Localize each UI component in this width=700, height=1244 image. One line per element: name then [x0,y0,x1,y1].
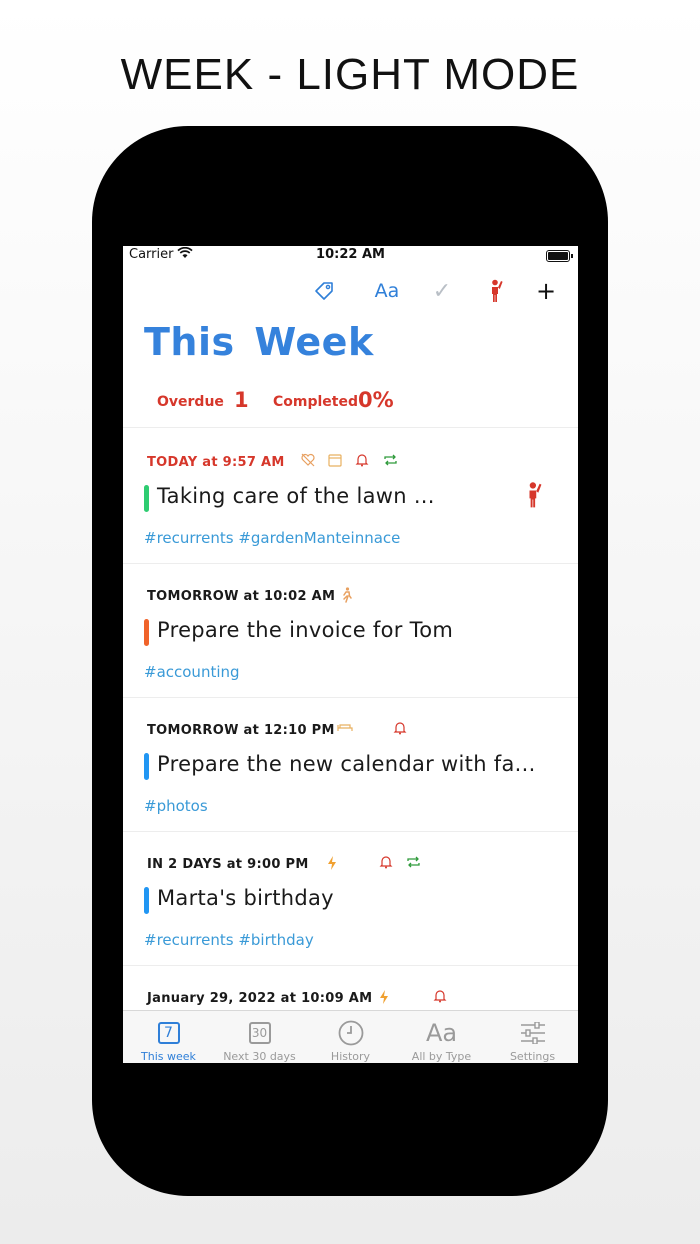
tab-settings[interactable]: Settings [487,1011,578,1063]
stats-row: Overdue 1 Completed 0% [123,388,578,418]
font-type-icon: Aa [425,1019,458,1047]
calendar-icon [328,453,342,471]
bolt-icon [378,989,390,1009]
promo-headline: WEEK - LIGHT MODE [120,50,580,99]
raised-hand-person-icon[interactable] [483,278,509,304]
bed-icon [337,721,353,737]
calendar-7-icon: 7 [157,1022,180,1044]
bell-icon [433,989,447,1007]
task-date: January 29, 2022 at 10:09 AM [147,991,373,1006]
battery-icon [546,250,573,262]
raised-hand-person-icon [525,481,543,513]
task-row[interactable]: IN 2 DAYS at 9:00 PM Marta's birthday #r… [123,831,578,965]
clock-icon [305,1019,396,1047]
tab-label: History [330,1050,371,1063]
status-bar: Carrier 10:22 AM [123,246,578,266]
overdue-value: 1 [234,388,249,412]
task-tags[interactable]: #photos [144,797,208,815]
tag-icon[interactable] [311,278,337,304]
task-date: TOMORROW at 12:10 PM [147,723,335,738]
status-time: 10:22 AM [316,247,385,262]
completed-label: Completed [273,394,359,410]
task-row[interactable]: TOMORROW at 10:02 AM Prepare the invoice… [123,563,578,697]
repeat-icon [406,855,421,873]
task-tags[interactable]: #recurrents #birthday [144,931,314,949]
app-screen: Carrier 10:22 AM Aa ✓ + This Week Overdu… [123,246,578,1063]
bell-icon [379,855,393,873]
completed-value: 0% [358,388,394,412]
add-task-button[interactable]: + [535,277,557,305]
task-title: Marta's birthday [157,886,334,910]
bolt-icon [326,855,338,875]
tab-label: All by Type [411,1050,472,1063]
task-row[interactable]: TODAY at 9:57 AM Taking care of the lawn… [123,429,578,563]
task-title: Prepare the invoice for Tom [157,618,454,642]
priority-bar [144,485,149,512]
page-title: This Week [144,320,374,364]
check-icon[interactable]: ✓ [429,278,455,304]
divider [123,427,578,428]
bell-icon [355,453,369,471]
walking-person-icon [341,587,353,607]
task-date: TOMORROW at 10:02 AM [147,589,336,604]
tab-this-week[interactable]: 7 This week [123,1011,214,1063]
task-date: TODAY at 9:57 AM [147,455,285,470]
heart-off-icon [301,453,315,471]
tab-all-by-type[interactable]: Aa All by Type [396,1011,487,1063]
repeat-icon [383,453,398,471]
task-row[interactable]: TOMORROW at 12:10 PM Prepare the new cal… [123,697,578,831]
task-row[interactable]: January 29, 2022 at 10:09 AM [123,965,578,1010]
tab-label: This week [141,1050,196,1063]
task-date: IN 2 DAYS at 9:00 PM [147,857,309,872]
font-style-button[interactable]: Aa [371,278,403,304]
tab-bar: 7 This week 30 Next 30 days History Aa A… [123,1010,578,1063]
priority-bar [144,619,149,646]
task-title: Taking care of the lawn ... [157,484,435,508]
tab-next-30-days[interactable]: 30 Next 30 days [214,1011,305,1063]
task-title: Prepare the new calendar with fa... [157,752,536,776]
sliders-icon [487,1019,578,1047]
priority-bar [144,887,149,914]
calendar-30-icon: 30 [248,1022,271,1044]
task-tags[interactable]: #accounting [144,663,240,681]
tab-history[interactable]: History [305,1011,396,1063]
priority-bar [144,753,149,780]
tab-label: Next 30 days [223,1050,296,1063]
tab-label: Settings [509,1050,556,1063]
task-tags[interactable]: #recurrents #gardenManteinnace [144,529,400,547]
bell-icon [393,721,407,739]
overdue-label: Overdue [157,394,224,410]
